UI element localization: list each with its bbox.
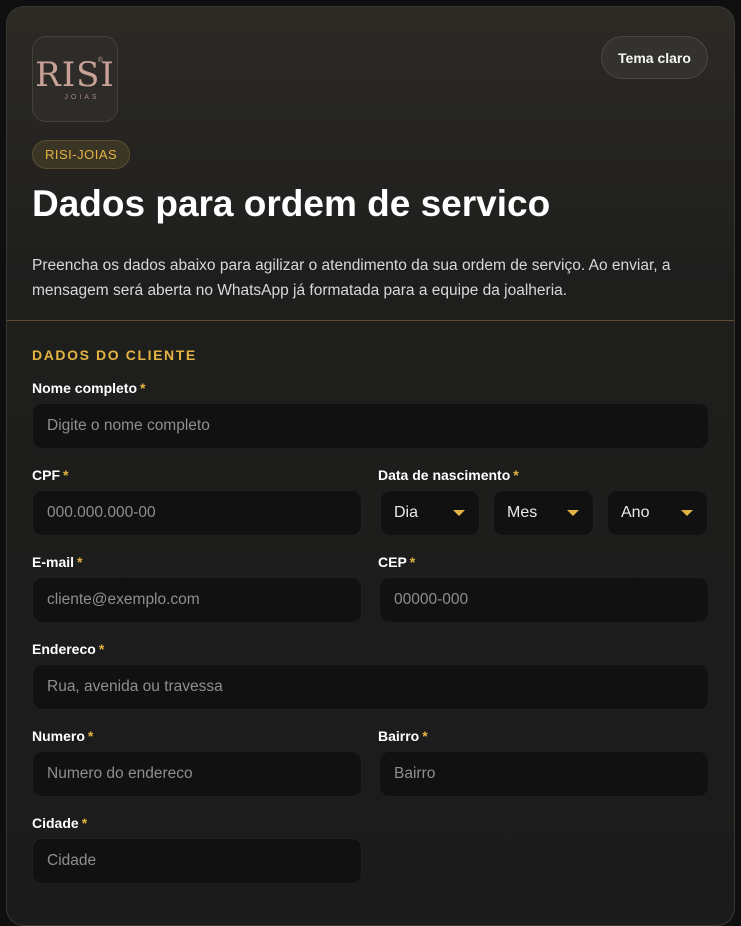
required-mark: *: [513, 467, 519, 483]
mes-select[interactable]: Mes: [493, 490, 594, 536]
cpf-label: CPF *: [32, 467, 68, 483]
required-mark: *: [98, 641, 105, 657]
required-mark: *: [77, 554, 83, 570]
email-input[interactable]: cliente@exemplo.com: [32, 577, 362, 623]
required-mark: *: [87, 728, 94, 744]
nome-input[interactable]: Digite o nome completo: [32, 403, 709, 449]
dia-select[interactable]: Dia: [380, 490, 480, 536]
numero-input[interactable]: Numero do endereco: [32, 751, 362, 797]
cidade-label: Cidade *: [32, 815, 87, 831]
form-header: RISI ® JOIAS Tema claro RISI-JOIAS Dados…: [7, 7, 734, 321]
endereco-label: Endereco *: [32, 641, 104, 657]
endereco-label-text: Endereco: [32, 641, 96, 657]
nascimento-label-text: Data de nascimento: [378, 467, 511, 483]
chevron-down-icon: [567, 510, 579, 516]
numero-label: Numero *: [32, 728, 93, 744]
bairro-label: Bairro *: [378, 728, 428, 744]
mes-select-value: Mes: [507, 504, 538, 521]
bairro-input[interactable]: Bairro: [379, 751, 709, 797]
required-mark: *: [140, 380, 146, 396]
cep-label: CEP *: [378, 554, 415, 570]
nascimento-label: Data de nascimento *: [378, 467, 519, 483]
cep-input[interactable]: 00000-000: [379, 577, 709, 623]
required-mark: *: [409, 554, 416, 570]
required-mark: *: [81, 815, 88, 831]
email-label-text: E-mail: [32, 554, 75, 570]
required-mark: *: [422, 728, 428, 744]
email-label: E-mail *: [32, 554, 82, 570]
logo-registered: ®: [97, 57, 103, 64]
nome-label: Nome completo *: [32, 380, 145, 396]
header-divider: [7, 320, 734, 321]
form-card: RISI ® JOIAS Tema claro RISI-JOIAS Dados…: [6, 6, 735, 926]
page-description: Preencha os dados abaixo para agilizar o…: [32, 257, 671, 299]
page-title: Dados para ordem de servico: [32, 183, 551, 224]
required-mark: *: [63, 467, 69, 483]
bairro-label-text: Bairro: [378, 728, 420, 744]
theme-toggle-button[interactable]: Tema claro: [601, 36, 708, 79]
brand-logo: RISI ® JOIAS: [32, 36, 118, 122]
endereco-input[interactable]: Rua, avenida ou travessa: [32, 664, 709, 710]
numero-label-text: Numero: [32, 728, 85, 744]
logo-subtitle: JOIAS: [64, 93, 100, 101]
chevron-down-icon: [681, 510, 693, 516]
cidade-label-text: Cidade: [32, 815, 79, 831]
section-title: DADOS DO CLIENTE: [32, 347, 197, 363]
chevron-down-icon: [453, 510, 465, 516]
cidade-input[interactable]: Cidade: [32, 838, 362, 884]
cpf-input[interactable]: 000.000.000-00: [32, 490, 362, 536]
ano-select[interactable]: Ano: [607, 490, 708, 536]
nome-label-text: Nome completo: [32, 380, 138, 396]
ano-select-value: Ano: [621, 504, 650, 521]
cep-label-text: CEP: [378, 554, 407, 570]
dia-select-value: Dia: [394, 504, 419, 521]
brand-badge: RISI-JOIAS: [32, 140, 131, 169]
cpf-label-text: CPF: [32, 467, 60, 483]
